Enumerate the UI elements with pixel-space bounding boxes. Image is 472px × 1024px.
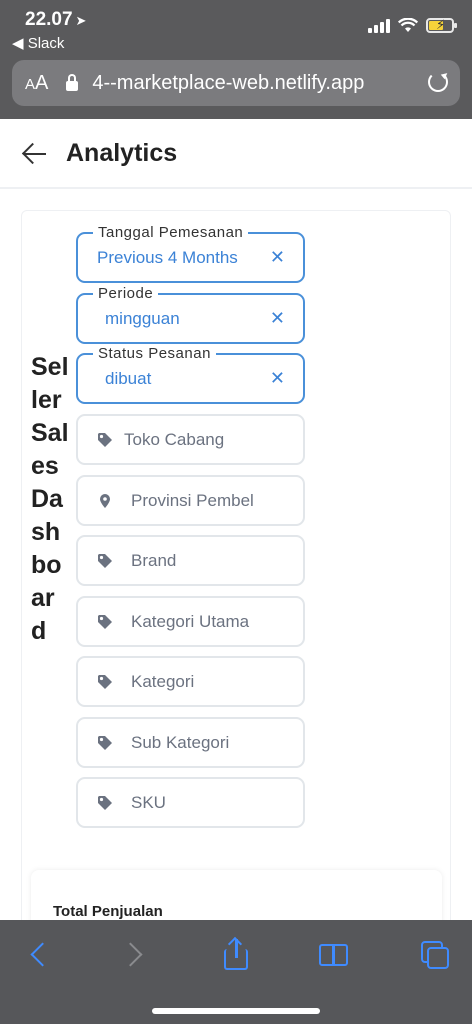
back-to-app-link[interactable]: ◀ Slack bbox=[12, 34, 64, 52]
filter-brand[interactable]: Brand bbox=[76, 535, 305, 586]
filter-toko-cabang[interactable]: Toko Cabang bbox=[76, 414, 305, 465]
app-header: Analytics bbox=[0, 119, 472, 189]
filter-tanggal-pemesanan[interactable]: Tanggal Pemesanan Previous 4 Months ✕ bbox=[76, 224, 305, 283]
forward-icon[interactable] bbox=[118, 938, 154, 972]
filter-periode[interactable]: Periode mingguan ✕ bbox=[76, 285, 305, 344]
filter-provinsi-pembeli[interactable]: Provinsi Pembel bbox=[76, 475, 305, 526]
url-text[interactable]: 4--marketplace-web.netlify.app bbox=[92, 72, 364, 95]
browser-chrome: 22.07 ➤ ◀ Slack ⚡ AA 4--marketplace-web.n… bbox=[0, 0, 472, 119]
filter-label: Brand bbox=[131, 550, 177, 570]
location-arrow-icon: ➤ bbox=[75, 13, 87, 28]
lock-icon bbox=[66, 74, 79, 91]
tag-icon bbox=[98, 735, 112, 750]
total-penjualan-label: Total Penjualan bbox=[53, 903, 163, 920]
clear-icon[interactable]: ✕ bbox=[270, 368, 285, 389]
filter-label: Sub Kategori bbox=[131, 732, 230, 752]
tag-icon bbox=[98, 795, 112, 810]
dashboard-card: Seller Sales Dashboard Tanggal Pemesanan… bbox=[21, 210, 451, 930]
map-pin-icon bbox=[100, 493, 110, 508]
address-bar[interactable]: AA 4--marketplace-web.netlify.app bbox=[12, 60, 460, 106]
filter-label: Kategori Utama bbox=[131, 611, 250, 631]
filter-value: mingguan bbox=[105, 308, 180, 328]
battery-icon: ⚡ bbox=[426, 17, 457, 33]
share-icon[interactable] bbox=[219, 936, 255, 972]
tag-icon bbox=[98, 553, 112, 568]
filter-kategori-utama[interactable]: Kategori Utama bbox=[76, 596, 305, 647]
tag-icon bbox=[98, 614, 112, 629]
filter-value: Previous 4 Months bbox=[97, 247, 238, 267]
text-size-button[interactable]: AA bbox=[25, 72, 48, 95]
filter-label: SKU bbox=[131, 792, 166, 812]
wifi-icon bbox=[398, 18, 418, 32]
clear-icon[interactable]: ✕ bbox=[270, 308, 285, 329]
filter-label: Periode bbox=[93, 285, 159, 302]
filter-label: Kategori bbox=[131, 671, 195, 691]
filter-kategori[interactable]: Kategori bbox=[76, 656, 305, 707]
tabs-icon[interactable] bbox=[417, 938, 453, 972]
dashboard-title: Seller Sales Dashboard bbox=[31, 353, 69, 645]
filter-label: Toko Cabang bbox=[124, 429, 225, 449]
bookmarks-icon[interactable] bbox=[317, 938, 353, 972]
filter-label: Provinsi Pembel bbox=[131, 490, 254, 510]
filter-sku[interactable]: SKU bbox=[76, 777, 305, 828]
filter-sub-kategori[interactable]: Sub Kategori bbox=[76, 717, 305, 768]
status-indicators: ⚡ bbox=[368, 17, 457, 33]
filter-status-pesanan[interactable]: Status Pesanan dibuat ✕ bbox=[76, 345, 305, 404]
filter-label: Status Pesanan bbox=[93, 345, 216, 362]
filter-value: dibuat bbox=[105, 368, 152, 388]
back-icon[interactable] bbox=[24, 938, 60, 972]
status-time: 22.07 ➤ bbox=[25, 9, 87, 30]
filter-label: Tanggal Pemesanan bbox=[93, 224, 249, 241]
reload-icon[interactable] bbox=[428, 72, 448, 92]
cellular-signal-icon bbox=[368, 18, 390, 33]
tag-icon bbox=[98, 674, 112, 689]
page-title: Analytics bbox=[66, 139, 178, 167]
clear-icon[interactable]: ✕ bbox=[270, 247, 285, 268]
back-arrow-icon[interactable] bbox=[22, 142, 48, 166]
home-indicator bbox=[152, 1008, 320, 1014]
tag-icon bbox=[98, 432, 112, 447]
